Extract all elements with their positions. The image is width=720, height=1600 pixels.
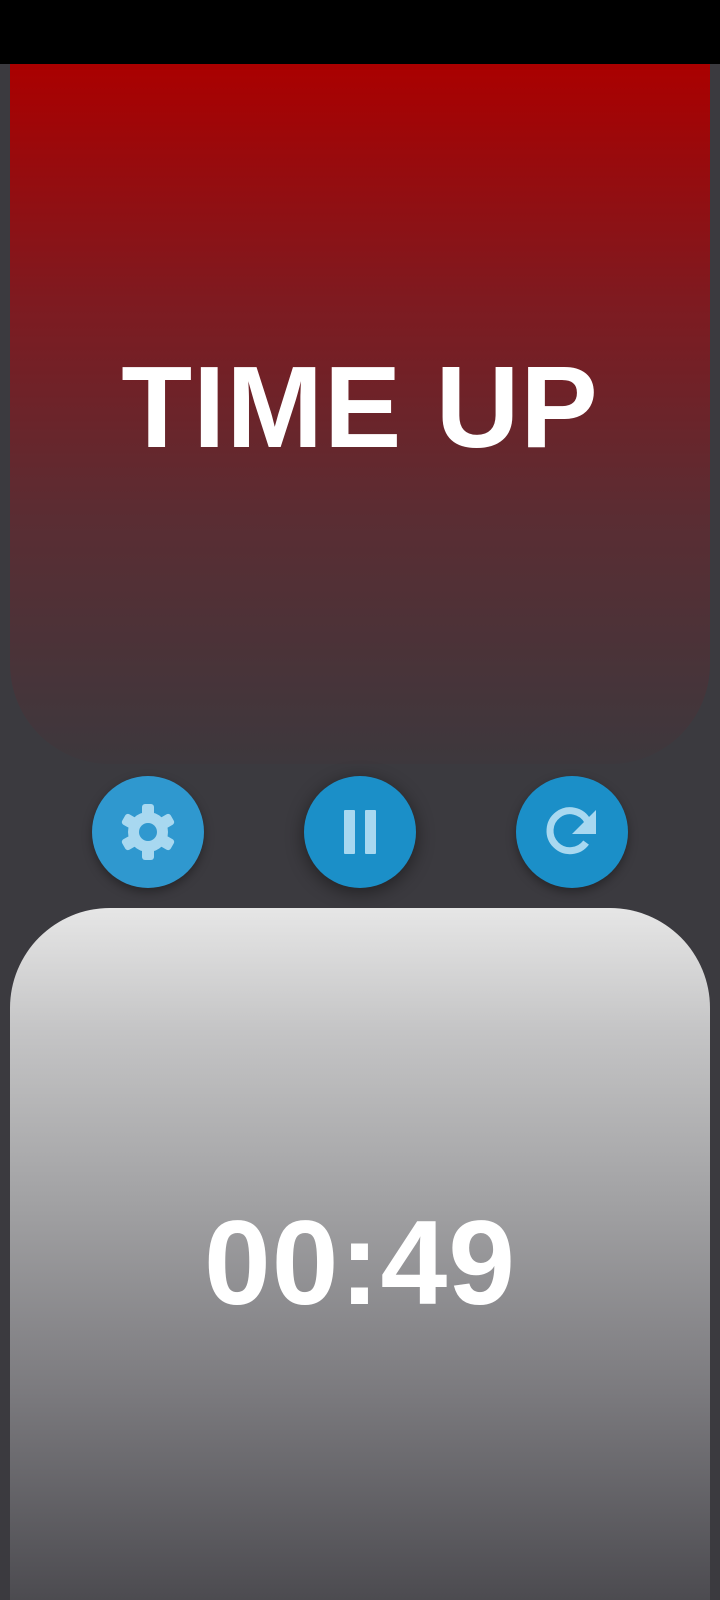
reset-button[interactable]	[516, 776, 628, 888]
pause-icon	[336, 808, 384, 856]
gear-icon	[116, 800, 180, 864]
settings-button[interactable]	[92, 776, 204, 888]
status-bar	[0, 0, 720, 64]
top-player-panel[interactable]: TIME UP	[10, 64, 710, 764]
pause-button[interactable]	[304, 776, 416, 888]
bottom-player-panel[interactable]: 00:49	[10, 908, 710, 1600]
time-up-label: TIME UP	[121, 342, 599, 472]
bottom-player-time: 00:49	[204, 1196, 516, 1330]
refresh-icon	[542, 802, 602, 862]
